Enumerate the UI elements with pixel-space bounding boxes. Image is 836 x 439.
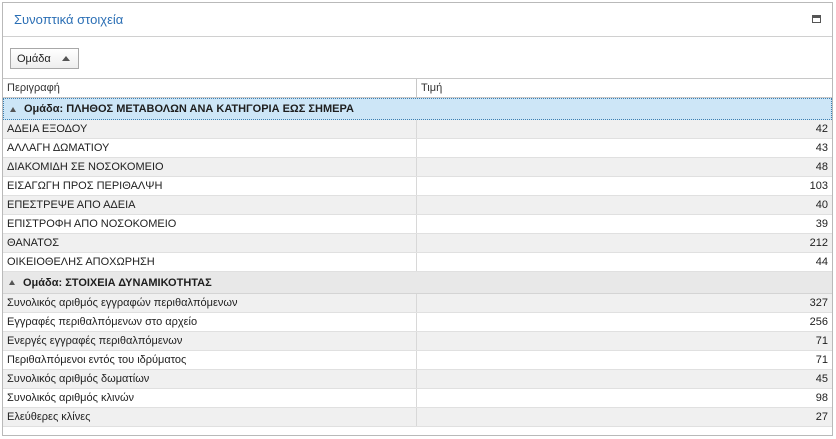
column-header-description[interactable]: Περιγραφή xyxy=(3,79,417,98)
table-row[interactable]: Συνολικός αριθμός δωματίων 45 xyxy=(3,370,832,389)
minimize-icon[interactable] xyxy=(812,15,821,23)
cell-description: Συνολικός αριθμός εγγραφών περιθαλπόμενω… xyxy=(3,294,417,312)
cell-value: 40 xyxy=(815,199,828,211)
grid-rows: Ομάδα: ΠΛΗΘΟΣ ΜΕΤΑΒΟΛΩΝ ΑΝΑ ΚΑΤΗΓΟΡΙΑ ΕΩ… xyxy=(3,98,832,427)
table-row[interactable]: Ενεργές εγγραφές περιθαλπόμενων 71 xyxy=(3,332,832,351)
cell-value: 212 xyxy=(809,237,828,249)
collapse-icon[interactable] xyxy=(10,106,16,112)
group-by-chip-label: Ομάδα xyxy=(17,52,51,65)
cell-value: 43 xyxy=(815,142,828,154)
cell-description: ΕΠΙΣΤΡΟΦΗ ΑΠΟ ΝΟΣΟΚΟΜΕΙΟ xyxy=(3,215,417,233)
cell-description: Ενεργές εγγραφές περιθαλπόμενων xyxy=(3,332,417,350)
group-by-chip[interactable]: Ομάδα xyxy=(10,48,79,69)
cell-value: 71 xyxy=(815,335,828,347)
cell-value: 39 xyxy=(815,218,828,230)
cell-description: Συνολικός αριθμός δωματίων xyxy=(3,370,417,388)
table-row[interactable]: Περιθαλπόμενοι εντός του ιδρύματος 71 xyxy=(3,351,832,370)
cell-description: ΘΑΝΑΤΟΣ xyxy=(3,234,417,252)
cell-value: 71 xyxy=(815,354,828,366)
cell-value: 27 xyxy=(815,411,828,423)
cell-description: ΔΙΑΚΟΜΙΔΗ ΣΕ ΝΟΣΟΚΟΜΕΙΟ xyxy=(3,158,417,176)
cell-description: Περιθαλπόμενοι εντός του ιδρύματος xyxy=(3,351,417,369)
table-row[interactable]: ΔΙΑΚΟΜΙΔΗ ΣΕ ΝΟΣΟΚΟΜΕΙΟ 48 xyxy=(3,158,832,177)
group-row-label: Ομάδα: ΠΛΗΘΟΣ ΜΕΤΑΒΟΛΩΝ ΑΝΑ ΚΑΤΗΓΟΡΙΑ ΕΩ… xyxy=(24,103,354,115)
table-row[interactable]: ΕΙΣΑΓΩΓΗ ΠΡΟΣ ΠΕΡΙΘΑΛΨΗ 103 xyxy=(3,177,832,196)
summary-panel: Συνοπτικά στοιχεία Ομάδα Περιγραφή Τιμή … xyxy=(2,2,833,436)
table-row[interactable]: Εγγραφές περιθαλπόμενων στο αρχείο 256 xyxy=(3,313,832,332)
cell-value: 103 xyxy=(809,180,828,192)
table-row[interactable]: Ελεύθερες κλίνες 27 xyxy=(3,408,832,427)
table-row[interactable]: ΑΔΕΙΑ ΕΞΟΔΟΥ 42 xyxy=(3,120,832,139)
cell-description: Ελεύθερες κλίνες xyxy=(3,408,417,426)
cell-value: 44 xyxy=(815,256,828,268)
cell-value: 256 xyxy=(809,316,828,328)
cell-description: Συνολικός αριθμός κλινών xyxy=(3,389,417,407)
group-row[interactable]: Ομάδα: ΣΤΟΙΧΕΙΑ ΔΥΝΑΜΙΚΟΤΗΤΑΣ xyxy=(3,272,832,294)
cell-description: ΟΙΚΕΙΟΘΕΛΗΣ ΑΠΟΧΩΡΗΣΗ xyxy=(3,253,417,271)
table-row[interactable]: ΘΑΝΑΤΟΣ 212 xyxy=(3,234,832,253)
table-row[interactable]: ΟΙΚΕΙΟΘΕΛΗΣ ΑΠΟΧΩΡΗΣΗ 44 xyxy=(3,253,832,272)
cell-value: 48 xyxy=(815,161,828,173)
table-row[interactable]: Συνολικός αριθμός εγγραφών περιθαλπόμενω… xyxy=(3,294,832,313)
cell-description: ΕΠΕΣΤΡΕΨΕ ΑΠΟ ΑΔΕΙΑ xyxy=(3,196,417,214)
cell-value: 98 xyxy=(815,392,828,404)
summary-grid: Περιγραφή Τιμή Ομάδα: ΠΛΗΘΟΣ ΜΕΤΑΒΟΛΩΝ Α… xyxy=(3,78,832,435)
table-row[interactable]: Συνολικός αριθμός κλινών 98 xyxy=(3,389,832,408)
sort-up-icon xyxy=(62,56,70,61)
group-row-label: Ομάδα: ΣΤΟΙΧΕΙΑ ΔΥΝΑΜΙΚΟΤΗΤΑΣ xyxy=(23,276,212,289)
cell-value: 45 xyxy=(815,373,828,385)
panel-title: Συνοπτικά στοιχεία xyxy=(14,12,124,27)
table-row[interactable]: ΑΛΛΑΓΗ ΔΩΜΑΤΙΟΥ 43 xyxy=(3,139,832,158)
cell-description: ΕΙΣΑΓΩΓΗ ΠΡΟΣ ΠΕΡΙΘΑΛΨΗ xyxy=(3,177,417,195)
table-row[interactable]: ΕΠΙΣΤΡΟΦΗ ΑΠΟ ΝΟΣΟΚΟΜΕΙΟ 39 xyxy=(3,215,832,234)
group-row[interactable]: Ομάδα: ΠΛΗΘΟΣ ΜΕΤΑΒΟΛΩΝ ΑΝΑ ΚΑΤΗΓΟΡΙΑ ΕΩ… xyxy=(3,98,832,120)
cell-description: Εγγραφές περιθαλπόμενων στο αρχείο xyxy=(3,313,417,331)
cell-description: ΑΔΕΙΑ ΕΞΟΔΟΥ xyxy=(3,120,417,138)
cell-value: 327 xyxy=(809,297,828,309)
column-header-value[interactable]: Τιμή xyxy=(417,79,832,98)
group-by-area: Ομάδα xyxy=(3,38,832,78)
panel-header: Συνοπτικά στοιχεία xyxy=(3,3,832,37)
table-row[interactable]: ΕΠΕΣΤΡΕΨΕ ΑΠΟ ΑΔΕΙΑ 40 xyxy=(3,196,832,215)
cell-value: 42 xyxy=(815,123,828,135)
cell-description: ΑΛΛΑΓΗ ΔΩΜΑΤΙΟΥ xyxy=(3,139,417,157)
collapse-icon[interactable] xyxy=(9,280,15,285)
